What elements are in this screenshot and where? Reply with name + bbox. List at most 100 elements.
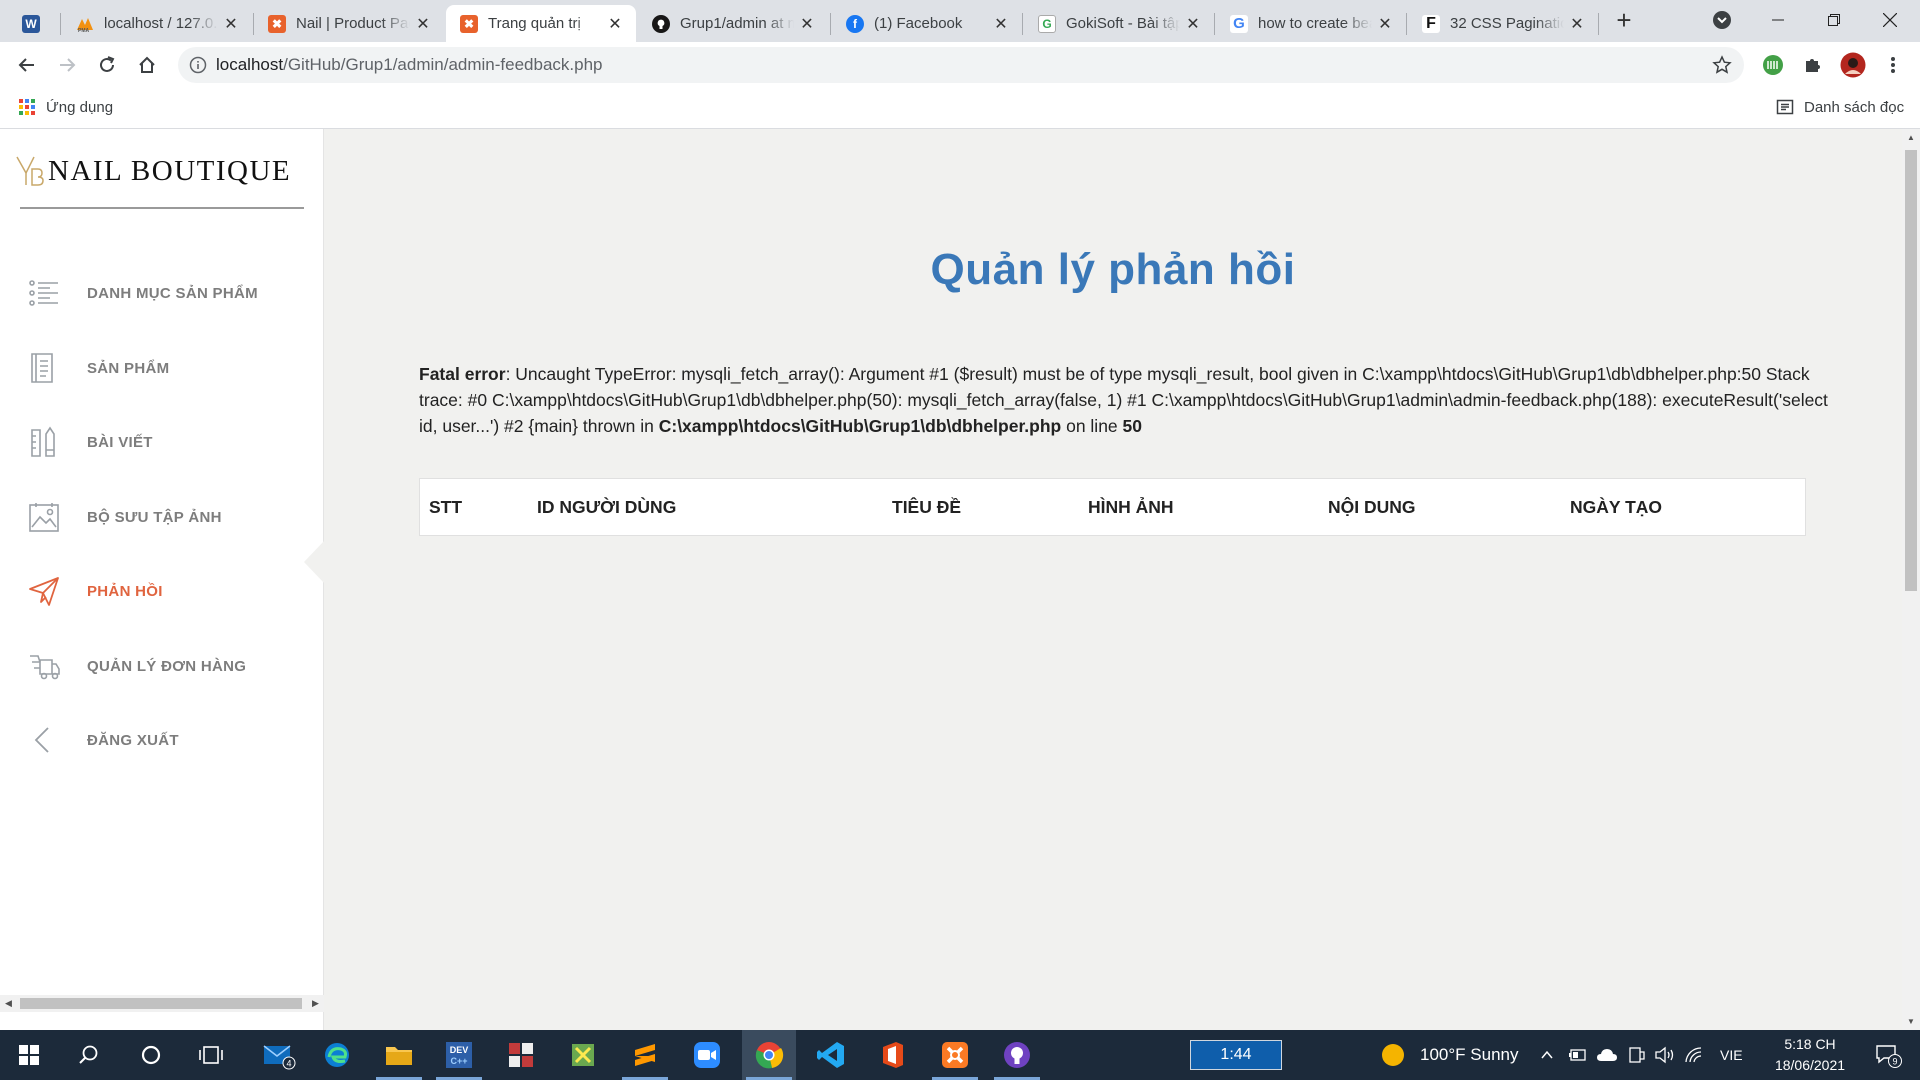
tab-title: Grup1/admin at main xyxy=(680,15,794,32)
tab-admin[interactable]: ✖ Trang quản trị ✕ xyxy=(446,5,636,42)
site-info-icon[interactable] xyxy=(188,55,208,75)
sidebar-item-categories[interactable]: DANH MỤC SẢN PHẨM xyxy=(0,263,324,323)
tab-phpmyadmin[interactable]: PMA localhost / 127.0.0.1 / ... ✕ xyxy=(62,5,252,42)
back-button[interactable] xyxy=(11,49,43,81)
wifi-icon[interactable] xyxy=(1684,1046,1704,1064)
brand-logo[interactable]: NAIL BOUTIQUE xyxy=(14,151,310,191)
taskbar-mail[interactable]: 4 xyxy=(252,1030,306,1080)
tab-facebook[interactable]: f (1) Facebook ✕ xyxy=(832,5,1022,42)
sidebar-item-posts[interactable]: BÀI VIẾT xyxy=(0,412,324,472)
task-view-button[interactable] xyxy=(184,1030,238,1080)
sidebar-item-orders[interactable]: QUẢN LÝ ĐƠN HÀNG xyxy=(0,636,324,696)
close-tab-icon[interactable]: ✕ xyxy=(992,15,1010,33)
tab-search-button[interactable] xyxy=(1694,0,1750,40)
tab-css-pagination[interactable]: F 32 CSS Pagination ✕ xyxy=(1408,5,1598,42)
volume-icon[interactable] xyxy=(1654,1046,1676,1064)
device-icon[interactable] xyxy=(1626,1046,1646,1064)
sidebar-item-feedback[interactable]: PHẢN HỒI xyxy=(0,561,324,621)
taskbar-zoom[interactable] xyxy=(680,1030,734,1080)
reading-list-button[interactable]: Danh sách đọc xyxy=(1776,98,1904,116)
language-indicator[interactable]: VIE xyxy=(1720,1047,1743,1063)
reload-button[interactable] xyxy=(91,49,123,81)
taskbar-devc[interactable]: DEV C++ xyxy=(432,1030,486,1080)
search-icon xyxy=(79,1045,98,1064)
search-button[interactable] xyxy=(62,1030,116,1080)
close-tab-icon[interactable]: ✕ xyxy=(1184,15,1202,33)
office-icon xyxy=(883,1042,903,1068)
scroll-down-arrow-icon[interactable]: ▼ xyxy=(1902,1013,1920,1030)
bookmarks-bar: Ứng dụng Danh sách đọc xyxy=(0,88,1920,129)
scroll-right-arrow-icon[interactable]: ▶ xyxy=(307,995,324,1012)
close-tab-icon[interactable]: ✕ xyxy=(798,15,816,33)
close-tab-icon[interactable]: ✕ xyxy=(1376,15,1394,33)
tab-word[interactable]: W xyxy=(8,5,60,42)
tab-nail-product[interactable]: ✖ Nail | Product Page ✕ xyxy=(254,5,444,42)
taskbar-file-explorer[interactable] xyxy=(372,1030,426,1080)
sidebar-item-gallery[interactable]: BỘ SƯU TẬP ẢNH xyxy=(0,487,324,547)
brand-name: NAIL BOUTIQUE xyxy=(48,154,292,187)
freefrontend-icon: F xyxy=(1422,14,1440,33)
page-vertical-scrollbar[interactable]: ▲ ▼ xyxy=(1902,129,1920,1030)
taskbar-app-red[interactable] xyxy=(494,1030,548,1080)
bookmark-star-icon[interactable] xyxy=(1712,55,1732,75)
profile-button[interactable] xyxy=(1837,49,1869,81)
battery-icon[interactable] xyxy=(1568,1046,1588,1064)
restore-button[interactable] xyxy=(1806,0,1862,40)
media-player-widget[interactable]: 1:44 xyxy=(1190,1040,1282,1070)
apps-shortcut[interactable]: Ứng dụng xyxy=(18,98,113,116)
notification-badge: 9 xyxy=(1892,1057,1897,1067)
forward-button[interactable] xyxy=(51,49,83,81)
svg-text:C++: C++ xyxy=(450,1056,467,1066)
tab-title: 32 CSS Pagination xyxy=(1450,15,1564,32)
sidebar-item-label: ĐĂNG XUẤT xyxy=(87,731,179,749)
extension-button[interactable] xyxy=(1757,49,1789,81)
more-vertical-icon xyxy=(1891,57,1895,73)
scroll-left-arrow-icon[interactable]: ◀ xyxy=(0,995,17,1012)
close-window-button[interactable] xyxy=(1862,0,1918,40)
pencil-ruler-icon xyxy=(31,426,55,457)
sidebar-item-products[interactable]: SẢN PHẨM xyxy=(0,338,324,398)
extensions-button[interactable] xyxy=(1797,49,1829,81)
cortana-button[interactable] xyxy=(124,1030,178,1080)
taskbar-github-desktop[interactable] xyxy=(990,1030,1044,1080)
scrollbar-thumb[interactable] xyxy=(1905,150,1917,591)
close-tab-icon[interactable]: ✕ xyxy=(414,15,432,33)
taskbar-xampp[interactable] xyxy=(928,1030,982,1080)
taskbar-snipping[interactable] xyxy=(556,1030,610,1080)
sidebar-item-logout[interactable]: ĐĂNG XUẤT xyxy=(0,710,324,770)
system-tray-icons[interactable]: VIE xyxy=(1540,1030,1743,1080)
tab-title: Trang quản trị xyxy=(488,15,581,32)
taskbar-office[interactable] xyxy=(866,1030,920,1080)
sidebar-horizontal-scrollbar[interactable]: ◀ ▶ xyxy=(0,995,324,1012)
tab-title: GokiSoft - Bài tập xyxy=(1066,15,1180,32)
reading-list-label: Danh sách đọc xyxy=(1804,98,1905,116)
table-header-cell: ID NGƯỜI DÙNG xyxy=(537,497,677,517)
close-tab-icon[interactable]: ✕ xyxy=(1568,15,1586,33)
notification-center[interactable]: 9 xyxy=(1868,1030,1908,1080)
scrollbar-thumb[interactable] xyxy=(20,998,302,1009)
start-button[interactable] xyxy=(2,1030,56,1080)
taskbar-chrome[interactable] xyxy=(742,1030,796,1080)
chrome-menu-button[interactable] xyxy=(1877,49,1909,81)
close-tab-icon[interactable]: ✕ xyxy=(222,15,240,33)
home-button[interactable] xyxy=(131,49,163,81)
weather-widget[interactable]: 100°F Sunny xyxy=(1380,1030,1518,1080)
error-line-number: 50 xyxy=(1122,416,1142,436)
minimize-button[interactable] xyxy=(1750,0,1806,40)
address-bar[interactable]: localhost/GitHub/Grup1/admin/admin-feedb… xyxy=(178,47,1744,83)
new-tab-button[interactable]: + xyxy=(1598,0,1650,40)
close-tab-icon[interactable]: ✕ xyxy=(606,15,624,33)
taskbar-sublime[interactable] xyxy=(618,1030,672,1080)
taskbar-edge[interactable] xyxy=(310,1030,364,1080)
tab-github[interactable]: Grup1/admin at main ✕ xyxy=(638,5,828,42)
document-icon xyxy=(31,353,53,383)
tab-gokisoft[interactable]: G GokiSoft - Bài tập ✕ xyxy=(1024,5,1214,42)
scroll-up-arrow-icon[interactable]: ▲ xyxy=(1902,129,1920,146)
chevron-up-icon[interactable] xyxy=(1540,1048,1554,1062)
clock[interactable]: 5:18 CH 18/06/2021 xyxy=(1760,1030,1860,1080)
taskbar-vscode[interactable] xyxy=(804,1030,858,1080)
onedrive-icon[interactable] xyxy=(1596,1046,1618,1064)
xampp-icon xyxy=(942,1042,968,1068)
tab-google[interactable]: G how to create beautiful ✕ xyxy=(1216,5,1406,42)
minimize-icon xyxy=(1772,19,1784,21)
